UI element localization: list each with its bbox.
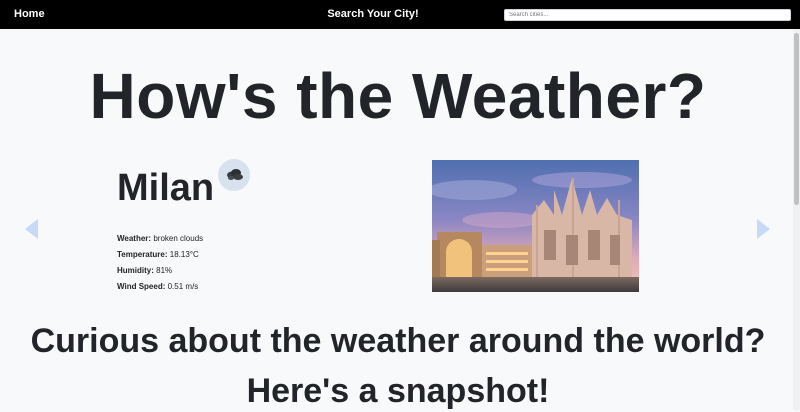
chevron-right-icon	[757, 219, 770, 239]
detail-label: Humidity:	[117, 266, 154, 275]
detail-row-humidity: Humidity: 81%	[117, 263, 203, 279]
detail-label: Weather:	[117, 234, 152, 243]
detail-value: broken clouds	[153, 234, 204, 243]
search-input[interactable]	[504, 9, 791, 21]
detail-value: 81%	[156, 266, 173, 275]
carousel-next-button[interactable]	[756, 219, 770, 239]
detail-row-weather: Weather: broken clouds	[117, 231, 203, 247]
detail-label: Temperature:	[117, 250, 168, 259]
broken-clouds-icon	[218, 159, 250, 191]
city-photo	[427, 160, 639, 292]
weather-details: Weather: broken clouds Temperature: 18.1…	[117, 231, 203, 295]
detail-row-wind-speed: Wind Speed: 0.51 m/s	[117, 279, 203, 295]
snapshot-headline-line1: Curious about the weather around the wor…	[30, 322, 766, 360]
detail-value: 18.13°C	[169, 250, 199, 259]
snapshot-headline-line2: Here's a snapshot!	[246, 372, 550, 410]
detail-value: 0.51 m/s	[167, 282, 199, 291]
navbar: Home Search Your City!	[0, 0, 800, 29]
city-name: Milan	[117, 167, 215, 209]
detail-row-temperature: Temperature: 18.13°C	[117, 247, 203, 263]
chevron-left-icon	[25, 219, 38, 239]
page-title: How's the Weather?	[89, 60, 707, 132]
carousel-prev-button[interactable]	[25, 219, 39, 239]
detail-label: Wind Speed:	[117, 282, 166, 291]
